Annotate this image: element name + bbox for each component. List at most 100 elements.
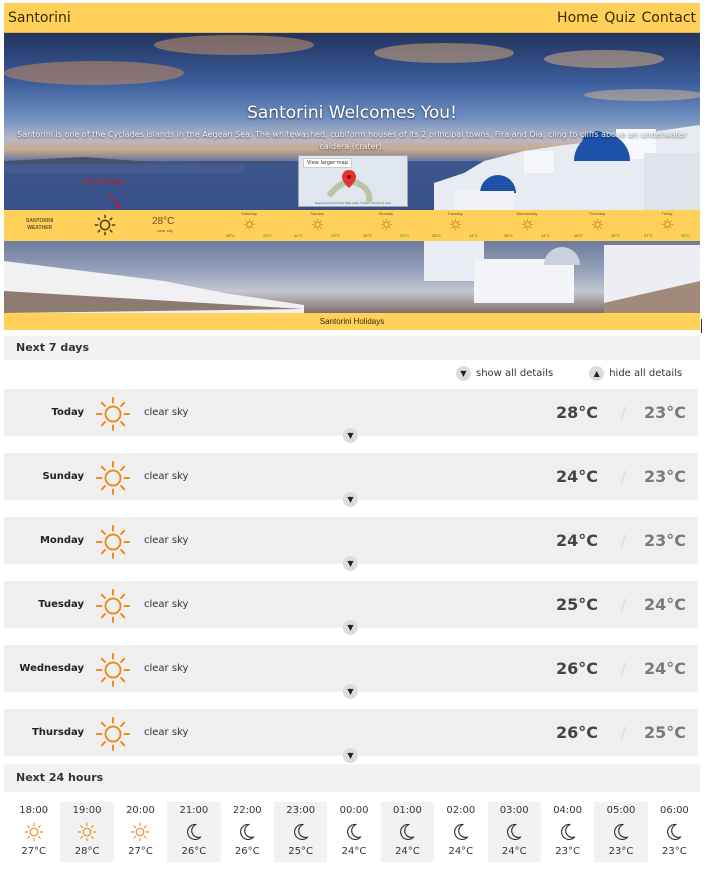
hour-time: 06:00 — [659, 805, 689, 816]
sun-icon — [24, 822, 44, 842]
chevron-down-icon[interactable]: ▼ — [343, 556, 358, 571]
show-all-label: show all details — [476, 368, 554, 379]
chevron-down-icon[interactable]: ▼ — [343, 684, 358, 699]
widget-day: Wednesday 26°C 24°C — [504, 211, 550, 238]
hour-temp: 25°C — [288, 846, 313, 857]
widget-day-lo: 25°C — [611, 233, 620, 238]
widget-day-name: Friday — [661, 211, 673, 216]
moon-icon — [184, 822, 204, 842]
nav-quiz-link[interactable]: Quiz — [604, 10, 635, 26]
widget-day-name: Saturday — [240, 211, 257, 216]
nav-home-link[interactable]: Home — [557, 10, 598, 26]
hour-temp: 24°C — [501, 846, 527, 857]
day-desc: clear sky — [144, 535, 189, 546]
moon-icon — [237, 822, 257, 842]
widget-day: Sunday 24°C 23°C — [294, 211, 340, 238]
widget-day-hi: 26°C — [504, 233, 513, 238]
chevron-down-icon: ▼ — [456, 366, 471, 381]
hero-title: Santorini Welcomes You! — [247, 103, 457, 123]
widget-day-hi: 25°C — [432, 233, 441, 238]
sun-icon — [96, 397, 130, 431]
chevron-up-icon: ▲ — [589, 366, 605, 381]
forecast-day-row[interactable]: Tuesday clear sky 25°C / 24°C ▼ — [4, 581, 698, 635]
moon-icon — [291, 822, 311, 842]
sun-icon — [96, 461, 130, 495]
hour-cell: 20:00 27°C — [114, 802, 167, 862]
moon-icon — [504, 822, 524, 842]
hour-temp: 27°C — [128, 846, 153, 857]
sun-icon — [94, 214, 116, 236]
hour-cell: 23:00 25°C — [273, 802, 328, 862]
detail-toggles: ▼ show all details ▲ hide all details — [456, 366, 682, 381]
day-low-temp: 23°C — [643, 531, 686, 550]
hour-temp: 23°C — [662, 846, 687, 857]
widget-day-name: Sunday — [310, 211, 324, 216]
forecast-day-row[interactable]: Sunday clear sky 24°C / 23°C ▼ — [4, 453, 698, 507]
arrow-icon — [107, 192, 121, 208]
chevron-down-icon[interactable]: ▼ — [343, 620, 358, 635]
forecast-day-row[interactable]: Monday clear sky 24°C / 23°C ▼ — [4, 517, 698, 571]
widget-day-hi: 24°C — [363, 233, 372, 238]
day-high-temp: 24°C — [555, 531, 598, 550]
moon-icon — [397, 822, 417, 842]
day-high-temp: 25°C — [555, 595, 598, 614]
hour-time: 04:00 — [553, 805, 583, 816]
day-low-temp: 25°C — [643, 723, 686, 742]
temp-separator: / — [620, 403, 626, 422]
chevron-down-icon[interactable]: ▼ — [343, 428, 358, 443]
widget-day-lo: 23°C — [263, 233, 272, 238]
widget-day-name: Tuesday — [447, 211, 463, 216]
site-footer: Santorini Holidays — [4, 313, 700, 330]
oia-photo-background — [4, 241, 700, 313]
chevron-down-icon[interactable]: ▼ — [343, 492, 358, 507]
widget-day-name: Thursday — [588, 211, 606, 216]
temp-separator: / — [620, 723, 626, 742]
forecast-day-row[interactable]: Today clear sky 28°C / 23°C ▼ — [4, 389, 698, 443]
hour-cell: 00:00 24°C — [327, 802, 380, 862]
day-low-temp: 24°C — [643, 595, 686, 614]
day-low-temp: 23°C — [643, 403, 686, 422]
hour-time: 02:00 — [446, 805, 476, 816]
hour-temp: 24°C — [448, 846, 474, 857]
forecast-day-row[interactable]: Thursday clear sky 26°C / 25°C ▼ — [4, 709, 698, 763]
widget-day-hi: 28°C — [226, 233, 235, 238]
day-name: Sunday — [42, 471, 84, 482]
hour-time: 00:00 — [339, 805, 369, 816]
sun-icon — [661, 219, 673, 230]
hour-time: 20:00 — [126, 805, 155, 816]
sun-icon — [96, 525, 130, 559]
widget-day-hi: 27°C — [644, 233, 653, 238]
day-high-temp: 26°C — [555, 723, 598, 742]
hide-all-details-button[interactable]: ▲ hide all details — [589, 366, 682, 381]
hour-cell: 05:00 23°C — [594, 802, 648, 862]
hour-temp: 26°C — [181, 846, 207, 857]
weather-widget: SANTORINI WEATHER 28°C clear sky Saturda… — [4, 210, 700, 241]
show-all-details-button[interactable]: ▼ show all details — [456, 366, 553, 381]
widget-day-lo: 25°C — [681, 233, 690, 238]
click-here-link[interactable]: Click Here — [83, 177, 124, 186]
hour-cell: 06:00 23°C — [648, 802, 701, 862]
widget-day-lo: 23°C — [400, 233, 409, 238]
brand-link[interactable]: Santorini — [8, 10, 71, 26]
hide-all-label: hide all details — [609, 368, 683, 379]
day-desc: clear sky — [144, 599, 189, 610]
sun-icon — [591, 219, 603, 230]
forecast-day-row[interactable]: Wednesday clear sky 26°C / 24°C ▼ — [4, 645, 698, 699]
hour-cell: 18:00 27°C — [7, 802, 60, 862]
embedded-map[interactable]: View larger map Keyboard shortcuts Map d… — [298, 155, 408, 207]
moon-icon — [344, 822, 364, 842]
day-desc: clear sky — [144, 663, 189, 674]
hour-temp: 24°C — [395, 846, 420, 857]
chevron-down-icon[interactable]: ▼ — [343, 748, 358, 763]
nav-contact-link[interactable]: Contact — [642, 10, 696, 26]
hour-temp: 24°C — [341, 846, 367, 857]
day-name: Tuesday — [38, 599, 84, 610]
day-name: Wednesday — [19, 663, 84, 674]
day-high-temp: 28°C — [555, 403, 598, 422]
sun-icon — [96, 653, 130, 687]
top-nav: Santorini Home Quiz Contact — [4, 3, 700, 33]
day-name: Thursday — [31, 727, 84, 738]
moon-icon — [558, 822, 578, 842]
hour-cell: 04:00 23°C — [541, 802, 594, 862]
temp-separator: / — [620, 467, 626, 486]
